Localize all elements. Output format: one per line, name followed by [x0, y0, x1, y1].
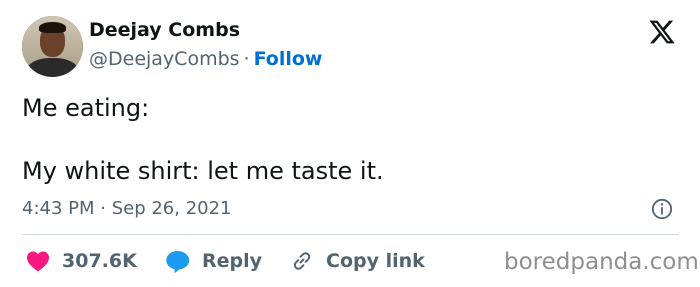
- avatar[interactable]: [22, 16, 83, 77]
- tweet-text-line-1: Me eating:: [22, 94, 150, 122]
- like-count: 307.6K: [62, 250, 137, 272]
- reply-button[interactable]: Reply: [165, 249, 262, 273]
- tweet-card: Deejay Combs @DeejayCombs · Follow Me eati…: [0, 0, 700, 287]
- tweet-timestamp[interactable]: 4:43 PM · Sep 26, 2021: [22, 198, 232, 219]
- copy-link-button[interactable]: Copy link: [290, 249, 425, 273]
- info-icon[interactable]: [651, 198, 673, 220]
- heart-icon: [27, 251, 49, 272]
- author-handle[interactable]: @DeejayCombs: [89, 48, 240, 70]
- tweet-text-line-2: My white shirt: let me taste it.: [22, 157, 384, 185]
- watermark: boredpanda.com: [504, 249, 699, 275]
- reply-label: Reply: [202, 250, 263, 272]
- author-name[interactable]: Deejay Combs: [89, 19, 240, 41]
- divider: [22, 234, 679, 235]
- like-button[interactable]: 307.6K: [26, 249, 137, 273]
- copy-link-label: Copy link: [326, 250, 425, 272]
- follow-button[interactable]: Follow: [254, 48, 323, 70]
- separator-dot: ·: [243, 48, 250, 70]
- author-handle-row: @DeejayCombs · Follow: [89, 48, 323, 70]
- x-logo-icon[interactable]: [647, 18, 677, 46]
- speech-bubble-icon: [166, 250, 190, 273]
- link-icon: [293, 252, 311, 270]
